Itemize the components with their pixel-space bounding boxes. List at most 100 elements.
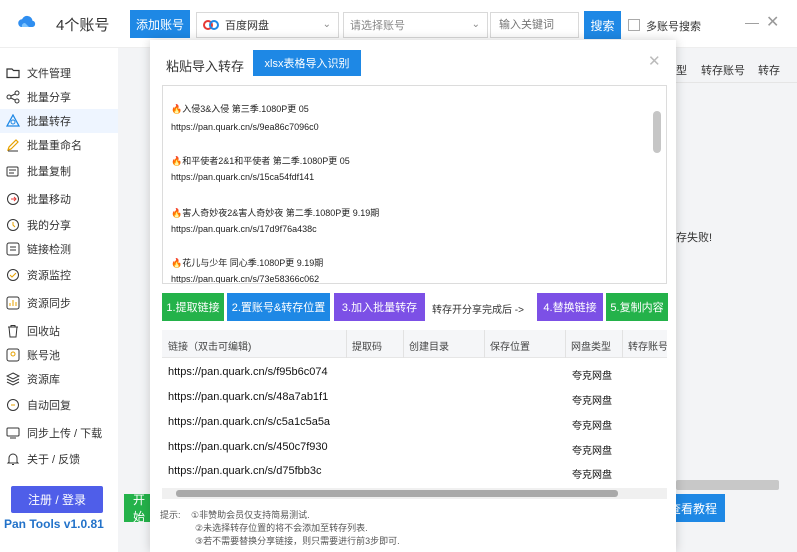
close-icon[interactable]: ✕ xyxy=(648,52,661,70)
tip-line: ③若不需要替换分享链接，则只需要进行前3步即可. xyxy=(195,536,400,546)
paste-line: 🔥害人奇妙夜2&害人奇妙夜 第二季.1080P更 9.19期 xyxy=(171,208,380,218)
column-header-code[interactable]: 提取码 xyxy=(352,338,382,353)
replace-links-button[interactable]: 4.替换链接 xyxy=(537,293,603,321)
account-select[interactable]: 请选择账号 ⌄ xyxy=(343,12,488,38)
extract-links-button[interactable]: 1.提取链接 xyxy=(162,293,224,321)
sidebar-item-bell[interactable]: 关于 / 反馈 xyxy=(0,447,118,471)
row-link[interactable]: https://pan.quark.cn/s/f95b6c074 xyxy=(168,366,328,378)
folder-icon xyxy=(6,66,20,80)
paste-textarea[interactable]: 🔥入侵3&入侵 第三季.1080P更 05 https://pan.quark.… xyxy=(162,85,667,284)
sidebar-item-label: 文件管理 xyxy=(27,68,71,80)
column-header-disk-type[interactable]: 网盘类型 xyxy=(571,338,611,353)
search-button[interactable]: 搜索 xyxy=(584,11,621,39)
row-disk-type: 夸克网盘 xyxy=(572,446,612,457)
tip-row: 提示: ①非赞助会员仅支持简易测试. xyxy=(160,509,400,522)
step-hint: 转存开分享完成后 -> xyxy=(432,305,524,316)
sidebar-item-account-pool[interactable]: 账号池 xyxy=(0,343,118,367)
tips-label: 提示: xyxy=(160,510,181,520)
row-disk-type: 夸克网盘 xyxy=(572,396,612,407)
sidebar-item-label: 同步上传 / 下载 xyxy=(27,428,103,440)
sidebar-item-transfer[interactable]: 批量转存 xyxy=(0,109,118,133)
sidebar-item-label: 资源监控 xyxy=(27,270,71,282)
sidebar-item-move[interactable]: 批量移动 xyxy=(0,187,118,211)
multi-account-search-label: 多账号搜索 xyxy=(646,21,701,33)
paste-line: https://pan.quark.cn/s/73e58366c062 xyxy=(171,274,320,284)
sidebar-item-folder[interactable]: 文件管理 xyxy=(0,61,118,85)
sidebar-item-link-check[interactable]: 链接检测 xyxy=(0,237,118,261)
sidebar-item-label: 批量分享 xyxy=(27,92,71,104)
sidebar-item-trash[interactable]: 回收站 xyxy=(0,319,118,343)
sidebar-item-label: 资源同步 xyxy=(27,298,71,310)
monitor-icon xyxy=(6,268,20,282)
close-icon[interactable]: ✕ xyxy=(766,12,779,32)
sidebar-item-label: 批量移动 xyxy=(27,194,71,206)
my-share-icon xyxy=(6,218,20,232)
column-header-create-dir[interactable]: 创建目录 xyxy=(409,338,449,353)
sidebar-item-sync[interactable]: 资源同步 xyxy=(0,291,118,315)
tip-line: ②未选择转存位置的将不会添加至转存列表. xyxy=(195,523,368,533)
tips: 提示: ①非赞助会员仅支持简易测试. ②未选择转存位置的将不会添加至转存列表. … xyxy=(160,509,400,548)
sidebar-item-library[interactable]: 资源库 xyxy=(0,367,118,391)
table-header: 链接（双击可编辑) 提取码 创建目录 保存位置 网盘类型 转存账号 xyxy=(162,330,667,358)
row-link[interactable]: https://pan.quark.cn/s/48a7ab1f1 xyxy=(168,391,328,403)
row-link[interactable]: https://pan.quark.cn/s/450c7f930 xyxy=(168,441,328,453)
auto-reply-icon xyxy=(6,398,20,412)
disk-type-select[interactable]: 百度网盘 ⌄ xyxy=(196,12,339,38)
bg-column-type: 型 xyxy=(676,65,687,77)
copy-icon xyxy=(6,164,20,178)
multi-account-search-checkbox[interactable] xyxy=(628,19,640,31)
sidebar-item-monitor[interactable]: 资源监控 xyxy=(0,263,118,287)
sidebar-item-rename[interactable]: 批量重命名 xyxy=(0,133,118,157)
paste-line: https://pan.quark.cn/s/9ea86c7096c0 xyxy=(171,122,319,132)
account-pool-icon xyxy=(6,348,20,362)
baidu-disk-icon xyxy=(203,20,219,30)
sidebar-item-copy[interactable]: 批量复制 xyxy=(0,159,118,183)
sidebar-item-label: 批量重命名 xyxy=(27,140,82,152)
account-count-title: 4个账号 xyxy=(56,17,110,34)
bg-scrollbar[interactable] xyxy=(676,480,779,490)
bg-column-transfer: 转存 xyxy=(758,65,780,77)
column-header-transfer-account[interactable]: 转存账号 xyxy=(628,338,667,353)
sidebar-item-upload-download[interactable]: 同步上传 / 下载 xyxy=(0,421,118,445)
sidebar-item-label: 账号池 xyxy=(27,350,60,362)
column-divider xyxy=(484,330,485,358)
app-logo-icon xyxy=(18,15,36,27)
add-account-button[interactable]: 添加账号 xyxy=(130,10,190,38)
column-divider xyxy=(565,330,566,358)
add-batch-transfer-button[interactable]: 3.加入批量转存 xyxy=(334,293,425,321)
sidebar-item-my-share[interactable]: 我的分享 xyxy=(0,213,118,237)
column-header-link[interactable]: 链接（双击可编辑) xyxy=(168,338,251,353)
copy-content-button[interactable]: 5.复制内容 xyxy=(606,293,668,321)
rename-icon xyxy=(6,138,20,152)
sidebar-item-label: 回收站 xyxy=(27,326,60,338)
keyword-input[interactable] xyxy=(490,12,579,38)
paste-import-dialog: 粘贴导入转存 xlsx表格导入识别 ✕ 🔥入侵3&入侵 第三季.1080P更 0… xyxy=(150,40,676,552)
link-table: 链接（双击可编辑) 提取码 创建目录 保存位置 网盘类型 转存账号 https:… xyxy=(162,330,667,495)
sidebar-item-label: 批量转存 xyxy=(27,116,71,128)
sidebar-item-label: 资源库 xyxy=(27,374,60,386)
set-account-location-button[interactable]: 2.置账号&转存位置 xyxy=(227,293,330,321)
paste-scrollbar[interactable] xyxy=(653,111,661,153)
bg-column-transfer-account: 转存账号 xyxy=(701,65,745,77)
sidebar-item-share[interactable]: 批量分享 xyxy=(0,85,118,109)
sidebar-item-label: 关于 / 反馈 xyxy=(27,454,81,466)
dialog-title: 粘贴导入转存 xyxy=(166,59,245,74)
minimize-icon[interactable]: — xyxy=(745,14,759,30)
bg-header-divider xyxy=(676,82,797,83)
bg-start-button[interactable]: 开始 xyxy=(124,493,150,524)
register-login-button[interactable]: 注册 / 登录 xyxy=(11,486,103,513)
column-header-save-location[interactable]: 保存位置 xyxy=(490,338,530,353)
paste-line: 🔥入侵3&入侵 第三季.1080P更 05 xyxy=(171,104,309,114)
app-version: Pan Tools v1.0.81 xyxy=(4,517,104,531)
sidebar-item-auto-reply[interactable]: 自动回复 xyxy=(0,393,118,417)
column-divider xyxy=(403,330,404,358)
row-link[interactable]: https://pan.quark.cn/s/c5a1c5a5a xyxy=(168,416,330,428)
paste-line: 🔥花儿与少年 同心季.1080P更 9.19期 xyxy=(171,258,324,268)
sidebar-item-label: 批量复制 xyxy=(27,166,71,178)
horizontal-scrollbar-thumb[interactable] xyxy=(176,490,618,497)
row-disk-type: 夸克网盘 xyxy=(572,470,612,481)
xlsx-import-button[interactable]: xlsx表格导入识别 xyxy=(253,50,361,76)
account-select-placeholder: 请选择账号 xyxy=(350,20,405,32)
row-link[interactable]: https://pan.quark.cn/s/d75fbb3c xyxy=(168,465,322,477)
transfer-icon xyxy=(6,114,20,128)
